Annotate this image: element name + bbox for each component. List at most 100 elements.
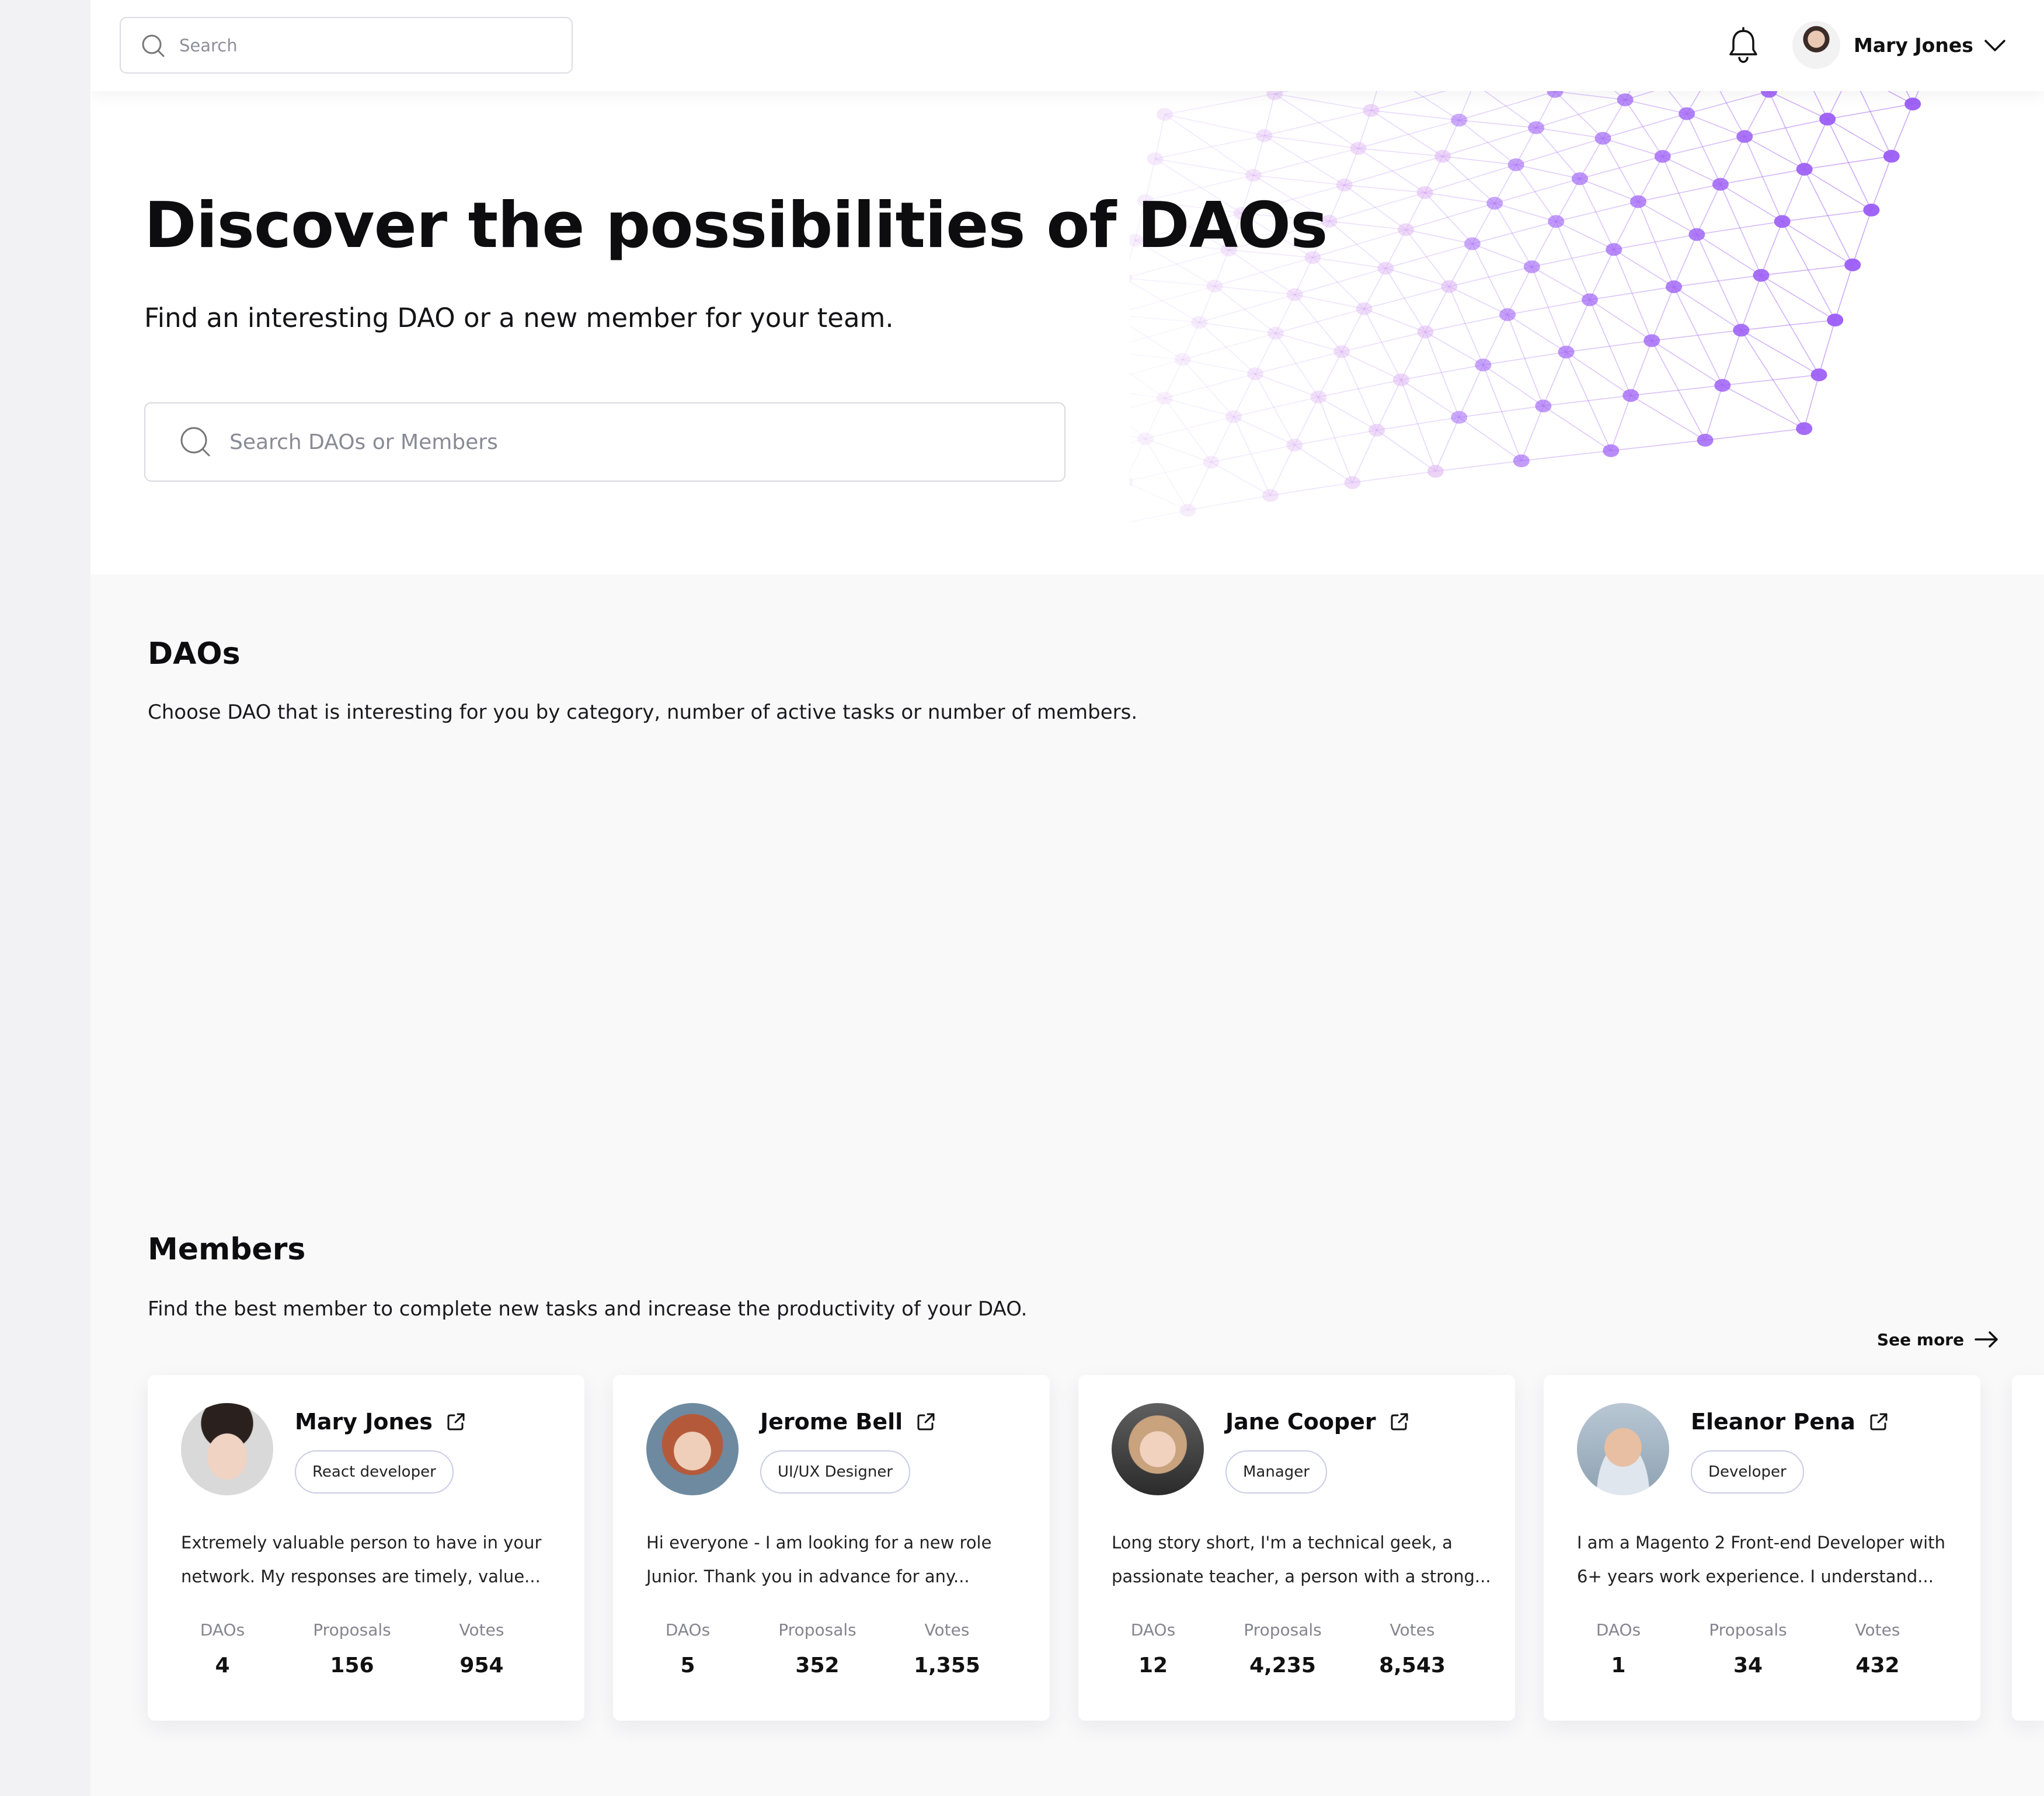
- network-line: [1804, 155, 1892, 170]
- hero-search-input[interactable]: [229, 430, 1035, 454]
- member-avatar[interactable]: [1112, 1403, 1204, 1495]
- network-line: [1827, 119, 1892, 157]
- member-card[interactable]: Mary Jones React developer Extremely val…: [148, 1375, 584, 1721]
- network-line: [1145, 416, 1234, 440]
- network-line: [1405, 229, 1473, 245]
- network-node: [1827, 314, 1844, 327]
- network-line: [1233, 396, 1319, 417]
- network-line: [1344, 185, 1425, 193]
- member-avatar[interactable]: [646, 1403, 739, 1495]
- user-avatar[interactable]: [1792, 21, 1840, 69]
- network-line: [1472, 243, 1533, 267]
- member-name[interactable]: Mary Jones: [295, 1409, 433, 1435]
- network-node: [1369, 423, 1385, 437]
- network-line: [1233, 373, 1256, 417]
- hero-search-box[interactable]: [144, 402, 1065, 482]
- page: Mary Jones Discover the possibilities of…: [0, 0, 2044, 1796]
- network-line: [1145, 438, 1189, 511]
- network-line: [1579, 178, 1639, 203]
- member-name[interactable]: Jerome Bell: [760, 1409, 903, 1435]
- network-line: [1459, 119, 1537, 128]
- network-line: [1274, 91, 1290, 95]
- network-node: [1427, 465, 1444, 478]
- network-node: [1513, 454, 1530, 468]
- network-line: [1294, 444, 1353, 483]
- member-card[interactable]: Jane Cooper Manager Long story short, I'…: [1078, 1375, 1515, 1721]
- network-line: [1760, 221, 1783, 276]
- network-line: [1852, 210, 1872, 265]
- network-line: [1611, 440, 1705, 451]
- network-line: [1130, 286, 1215, 311]
- network-line: [1164, 398, 1234, 417]
- network-line: [1630, 395, 1706, 441]
- network-node: [1441, 280, 1458, 293]
- external-link-icon[interactable]: [445, 1411, 466, 1432]
- network-node: [1499, 308, 1516, 321]
- network-line: [1188, 495, 1271, 511]
- network-line: [1507, 299, 1590, 315]
- member-name[interactable]: Eleanor Pena: [1691, 1409, 1855, 1435]
- network-line: [1579, 156, 1663, 179]
- network-node: [1310, 391, 1327, 404]
- member-avatar[interactable]: [1577, 1403, 1669, 1495]
- network-line: [1448, 266, 1533, 287]
- network-line: [1720, 169, 1805, 185]
- member-role-badge: Developer: [1691, 1450, 1804, 1494]
- network-line: [1556, 201, 1639, 222]
- stat-proposals: Proposals 34: [1690, 1619, 1806, 1677]
- stat-label: Proposals: [1709, 1620, 1787, 1640]
- network-node: [1558, 345, 1575, 358]
- bell-icon[interactable]: [1725, 26, 1761, 65]
- network-node: [1130, 476, 1133, 487]
- network-line: [1401, 379, 1460, 418]
- network-line: [1891, 103, 1913, 156]
- network-line: [1425, 164, 1516, 193]
- network-line: [1358, 119, 1460, 149]
- search-icon: [142, 34, 165, 57]
- user-name[interactable]: Mary Jones: [1854, 32, 1973, 59]
- external-link-icon[interactable]: [915, 1411, 936, 1432]
- network-node: [1336, 178, 1353, 192]
- network-line: [1405, 229, 1450, 287]
- network-node: [1475, 358, 1492, 372]
- network-line: [1744, 91, 1770, 137]
- network-node: [1286, 438, 1303, 452]
- top-search-box[interactable]: [120, 17, 573, 74]
- network-line: [1155, 158, 1253, 176]
- network-line: [1164, 373, 1256, 399]
- network-line: [1871, 156, 1892, 211]
- network-line: [1638, 156, 1663, 202]
- network-line: [1651, 286, 1674, 341]
- member-card[interactable]: Eleanor Pena Developer I am a Magento 2 …: [1544, 1375, 1980, 1721]
- network-line: [1740, 330, 1805, 429]
- network-line: [1555, 91, 1625, 100]
- stat-proposals: Proposals 4,235: [1224, 1619, 1341, 1677]
- member-name[interactable]: Jane Cooper: [1225, 1409, 1376, 1435]
- stat-daos: DAOs 12: [1095, 1619, 1211, 1677]
- network-line: [1531, 221, 1556, 267]
- network-line: [1521, 405, 1544, 461]
- network-node: [1507, 158, 1524, 172]
- chevron-down-icon[interactable]: [1982, 35, 2008, 56]
- external-link-icon[interactable]: [1389, 1411, 1410, 1432]
- member-role-badge: Manager: [1225, 1450, 1327, 1494]
- see-more-link[interactable]: See more: [1877, 1325, 2000, 1353]
- network-line: [1253, 148, 1359, 176]
- network-node: [1863, 203, 1880, 217]
- network-node: [1733, 323, 1750, 337]
- network-node: [1603, 444, 1620, 457]
- member-avatar[interactable]: [181, 1403, 273, 1495]
- network-line: [1318, 379, 1402, 398]
- stat-daos: DAOs 4: [164, 1619, 281, 1677]
- top-search-input[interactable]: [179, 35, 553, 55]
- member-card[interactable]: Jerome Bell UI/UX Designer Hi everyone -…: [613, 1375, 1050, 1721]
- network-node: [1363, 104, 1380, 117]
- network-node: [1203, 455, 1220, 469]
- network-line: [1130, 510, 1188, 523]
- network-line: [1329, 192, 1425, 222]
- network-node: [1528, 121, 1545, 134]
- network-line: [1803, 119, 1828, 170]
- external-link-icon[interactable]: [1868, 1411, 1889, 1432]
- member-card-partial[interactable]: [2012, 1375, 2044, 1721]
- network-line: [1358, 148, 1426, 193]
